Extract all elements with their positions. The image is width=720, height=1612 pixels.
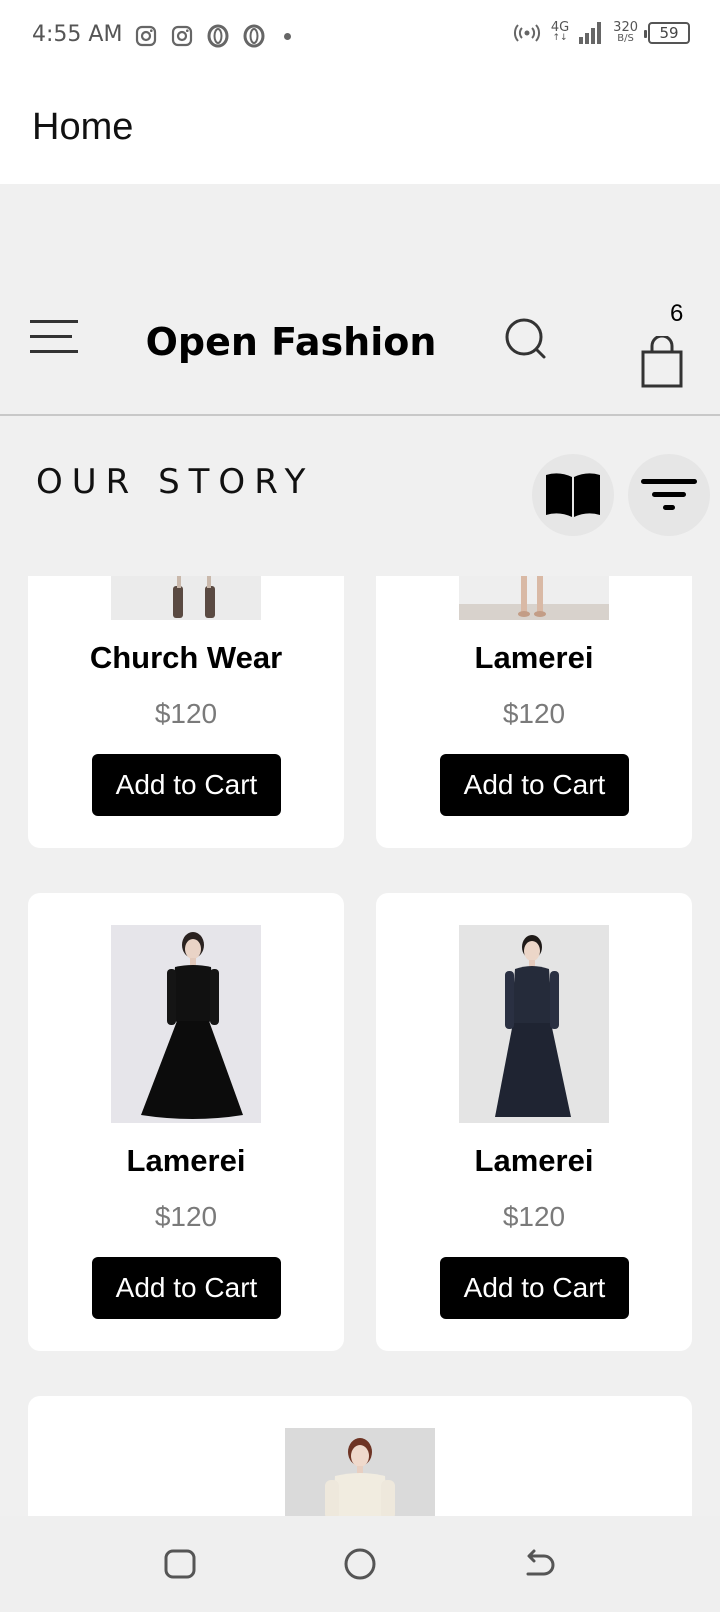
section-title: OUR STORY xyxy=(36,462,315,502)
product-name: Lamerei xyxy=(474,640,594,675)
product-photo xyxy=(111,576,261,620)
product-name: Lamerei xyxy=(126,1143,246,1178)
instagram-icon xyxy=(135,25,157,47)
product-card[interactable]: Lamerei $120 Add to Cart xyxy=(376,893,692,1351)
search-icon xyxy=(505,318,546,359)
product-price: $120 xyxy=(154,698,218,729)
filter-button[interactable] xyxy=(628,454,710,536)
product-grid[interactable]: Church Wear $120 Add to Cart Lamerei $12… xyxy=(0,576,720,1516)
add-to-cart-button[interactable]: Add to Cart xyxy=(440,754,629,816)
product-image xyxy=(459,925,609,1123)
product-name: Lamerei xyxy=(474,1143,594,1178)
home-circle-icon xyxy=(344,1548,376,1580)
status-bar: 4:55 AM 4G ↑↓ 320 B/S 59 xyxy=(0,0,720,72)
product-photo xyxy=(111,925,261,1123)
search-button[interactable] xyxy=(503,316,551,364)
product-image xyxy=(459,576,609,620)
instagram-icon xyxy=(171,25,193,47)
network-type: 4G ↑↓ xyxy=(550,20,570,43)
system-navigation-bar xyxy=(0,1516,720,1612)
menu-icon-line xyxy=(30,350,78,353)
product-card[interactable]: Lamerei $120 Add to Cart xyxy=(376,576,692,848)
more-notifications-dot xyxy=(284,32,291,40)
book-icon xyxy=(546,473,600,517)
product-card[interactable]: Church Wear $120 Add to Cart xyxy=(28,576,344,848)
page-title: Home xyxy=(32,106,134,148)
opera-icon xyxy=(243,24,265,48)
add-to-cart-button[interactable]: Add to Cart xyxy=(92,754,281,816)
recents-button[interactable] xyxy=(162,1546,198,1582)
story-button[interactable] xyxy=(532,454,614,536)
recents-icon xyxy=(164,1549,196,1579)
product-photo xyxy=(459,925,609,1123)
product-image xyxy=(111,925,261,1123)
product-card[interactable] xyxy=(28,1396,692,1516)
add-to-cart-button[interactable]: Add to Cart xyxy=(440,1257,629,1319)
system-icons: 4G ↑↓ 320 B/S 59 xyxy=(513,20,690,44)
shopping-bag-icon xyxy=(641,334,683,388)
product-price: $120 xyxy=(502,698,566,729)
opera-icon xyxy=(207,24,229,48)
product-card[interactable]: Lamerei $120 Add to Cart xyxy=(28,893,344,1351)
battery-indicator: 59 xyxy=(644,22,690,44)
product-photo xyxy=(459,576,609,620)
signal-icon xyxy=(579,22,602,44)
product-price: $120 xyxy=(154,1201,218,1232)
hotspot-icon xyxy=(513,24,540,42)
notification-icons xyxy=(134,24,291,48)
menu-button[interactable] xyxy=(30,320,82,354)
network-speed: 320 B/S xyxy=(613,20,638,44)
home-button[interactable] xyxy=(342,1546,378,1582)
store-header: Open Fashion 6 xyxy=(0,184,720,416)
cart-count-badge: 6 xyxy=(670,300,684,327)
brand-title: Open Fashion xyxy=(145,320,437,364)
add-to-cart-button[interactable]: Add to Cart xyxy=(92,1257,281,1319)
product-image xyxy=(111,576,261,620)
product-image xyxy=(285,1428,435,1516)
filter-icon xyxy=(641,479,697,510)
product-name: Church Wear xyxy=(89,640,283,675)
status-time: 4:55 AM xyxy=(32,22,123,47)
product-photo xyxy=(285,1428,435,1516)
product-price: $120 xyxy=(502,1201,566,1232)
menu-icon-line xyxy=(30,335,72,338)
app-bar: Home xyxy=(0,72,720,184)
cart-button[interactable] xyxy=(640,334,686,390)
back-icon xyxy=(526,1549,555,1576)
menu-icon xyxy=(30,320,78,323)
back-button[interactable] xyxy=(522,1546,558,1582)
